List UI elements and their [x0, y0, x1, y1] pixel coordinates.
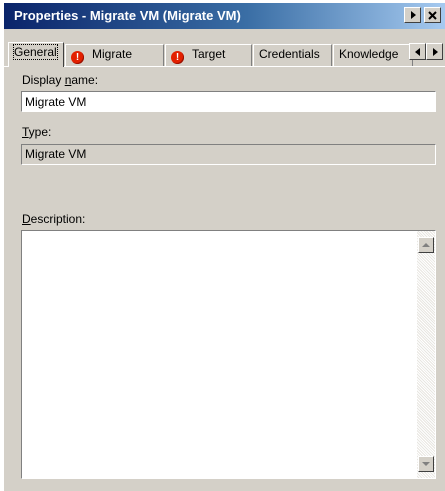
close-button[interactable]	[424, 7, 441, 23]
description-scrollbar[interactable]	[417, 231, 435, 478]
general-tab-panel: Display name: Type: Migrate VM Descripti…	[4, 66, 445, 487]
properties-dialog: Properties - Migrate VM (Migrate VM) Gen…	[4, 3, 445, 491]
tab-label: Credentials	[259, 47, 320, 61]
close-icon	[428, 10, 437, 20]
tab-credentials[interactable]: Credentials	[253, 44, 332, 66]
tab-scroll-left-button[interactable]	[409, 43, 426, 60]
tab-label: Migrate	[92, 47, 133, 61]
tab-target[interactable]: ! Target	[165, 44, 252, 66]
tab-knowledge[interactable]: Knowledge	[333, 44, 413, 66]
description-box	[21, 230, 436, 479]
type-field: Migrate VM	[21, 144, 436, 165]
tab-label: General	[13, 44, 58, 60]
warning-icon: !	[71, 51, 84, 64]
label-accesskey: T	[22, 125, 29, 139]
display-name-label: Display name:	[22, 73, 98, 87]
tab-strip: General ! Migrate ! Target Credentials Kno…	[4, 42, 445, 67]
tab-scroll-right-button[interactable]	[426, 43, 443, 60]
label-text: Display	[22, 73, 65, 87]
display-name-input[interactable]	[21, 91, 436, 112]
triangle-up-icon	[422, 243, 430, 247]
triangle-right-icon	[410, 11, 416, 19]
window-title: Properties - Migrate VM (Migrate VM)	[14, 8, 241, 23]
scroll-up-button[interactable]	[418, 237, 434, 253]
triangle-left-icon	[414, 47, 420, 56]
description-label: Description:	[22, 212, 85, 226]
warning-icon: !	[171, 51, 184, 64]
triangle-right-icon	[432, 47, 438, 56]
label-text: ype:	[28, 125, 52, 139]
label-accesskey: D	[22, 212, 31, 226]
tab-label: Target	[192, 47, 226, 61]
description-textarea[interactable]	[22, 231, 417, 478]
tab-label: Knowledge	[339, 47, 399, 61]
tab-migrate[interactable]: ! Migrate	[65, 44, 164, 66]
label-text: ame:	[71, 73, 99, 87]
menu-button[interactable]	[404, 7, 421, 23]
triangle-down-icon	[422, 462, 430, 466]
title-bar[interactable]: Properties - Migrate VM (Migrate VM)	[4, 3, 445, 29]
tab-general[interactable]: General	[8, 42, 64, 67]
type-label: Type:	[22, 125, 51, 139]
scroll-down-button[interactable]	[418, 456, 434, 472]
label-text: escription:	[30, 212, 86, 226]
